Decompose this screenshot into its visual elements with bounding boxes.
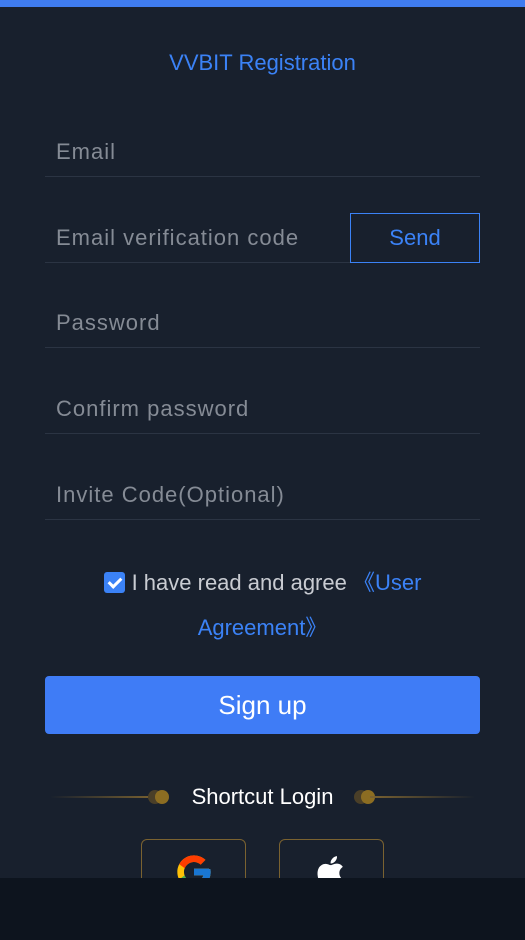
email-field-wrapper <box>45 127 480 177</box>
agreement-row: I have read and agree 《User Agreement》 <box>60 560 465 650</box>
top-accent-bar <box>0 0 525 7</box>
confirm-password-input[interactable] <box>45 384 480 433</box>
email-input[interactable] <box>45 127 480 176</box>
agreement-text: I have read and agree <box>131 570 353 595</box>
shortcut-login-divider: Shortcut Login <box>0 782 525 812</box>
invite-code-input[interactable] <box>45 470 480 519</box>
page-title: VVBIT Registration <box>169 50 356 75</box>
invite-code-field-wrapper <box>45 470 480 520</box>
confirm-password-field-wrapper <box>45 384 480 434</box>
agreement-checkbox[interactable] <box>103 572 125 593</box>
send-code-button[interactable]: Send <box>350 213 480 263</box>
bottom-bar <box>0 878 525 940</box>
sign-up-button[interactable]: Sign up <box>45 676 480 734</box>
password-field-wrapper <box>45 298 480 348</box>
divider-line-right <box>370 796 475 798</box>
verification-code-input[interactable] <box>45 213 335 262</box>
password-input[interactable] <box>45 298 480 347</box>
